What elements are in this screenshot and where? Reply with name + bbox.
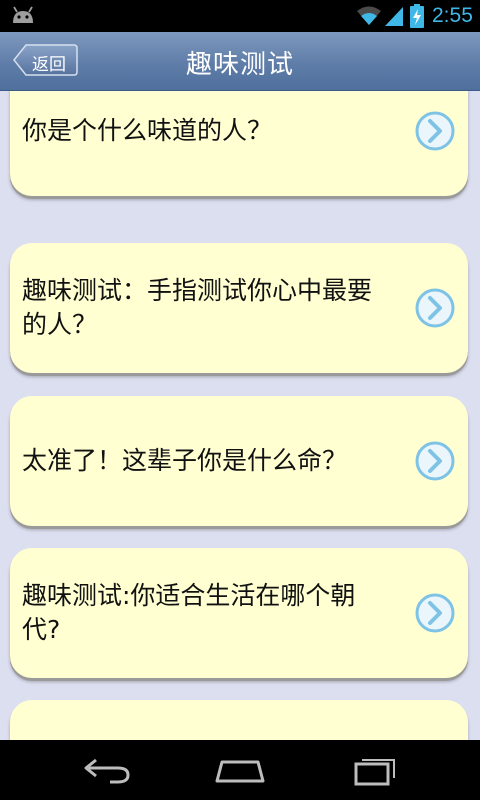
list-item-text: 趣味测试:你适合生活在哪个朝代? bbox=[22, 581, 356, 644]
page-title: 趣味测试 bbox=[185, 50, 294, 80]
list-item[interactable]: 你是个什么味道的人？ bbox=[10, 91, 468, 196]
chevron-right-icon bbox=[415, 441, 455, 481]
chevron-right-icon bbox=[415, 111, 455, 151]
chevron-right-icon bbox=[415, 288, 455, 328]
status-bar: 2:55 bbox=[0, 0, 480, 32]
list-item-text: 你是个什么味道的人？ bbox=[22, 116, 273, 145]
wifi-icon bbox=[357, 6, 381, 25]
list-item[interactable]: 趣味测试：手指测试你心中最要的人？ bbox=[10, 243, 468, 373]
recent-apps-icon[interactable] bbox=[350, 754, 402, 786]
chevron-right-icon bbox=[415, 593, 455, 633]
list-item[interactable] bbox=[10, 700, 468, 740]
quiz-list: 你是个什么味道的人？ 趣味测试：手指测试你心中最要的人？ 太准了！这辈子你是什么… bbox=[0, 91, 480, 740]
signal-icon bbox=[385, 7, 403, 26]
list-item[interactable]: 趣味测试:你适合生活在哪个朝代? bbox=[10, 548, 468, 678]
list-item-text: 太准了！这辈子你是什么命？ bbox=[22, 446, 348, 475]
battery-charging-icon bbox=[410, 4, 424, 28]
navigation-bar bbox=[0, 740, 480, 800]
android-icon bbox=[13, 6, 33, 23]
home-nav-icon[interactable] bbox=[214, 754, 266, 786]
status-time: 2:55 bbox=[432, 4, 473, 27]
list-item-text bbox=[22, 700, 392, 740]
list-item-text: 趣味测试：手指测试你心中最要的人？ bbox=[22, 276, 373, 339]
header-bar: 返回 趣味测试 bbox=[0, 32, 480, 91]
list-item[interactable]: 太准了！这辈子你是什么命？ bbox=[10, 396, 468, 526]
back-nav-icon[interactable] bbox=[82, 754, 134, 786]
